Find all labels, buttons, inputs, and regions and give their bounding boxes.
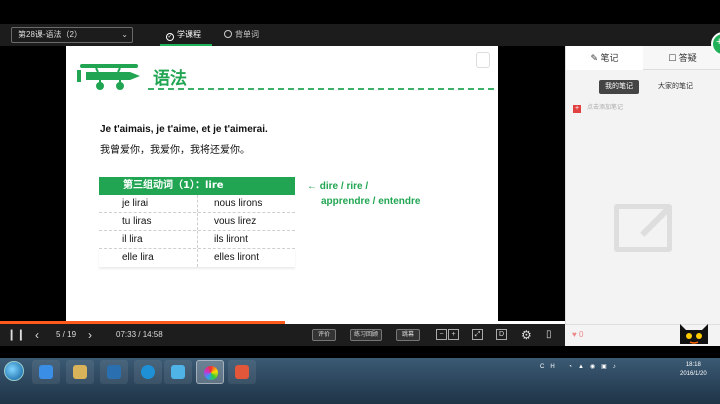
start-menu-icon[interactable] — [4, 361, 24, 381]
slide-title: 语法 — [153, 69, 187, 89]
similar-verbs-line2: apprendre / entendre — [321, 196, 421, 207]
clock-date: 2016/1/20 — [680, 371, 707, 377]
table-cell: tu liras — [122, 216, 152, 227]
settings-gear-icon[interactable]: ⚙ — [521, 324, 532, 346]
taskbar-clock[interactable]: 18:18 2016/1/20 — [680, 361, 707, 379]
top-bar: 第28课-语法（2） ⌄ ✓ 学课程 背单词 — [0, 24, 720, 46]
table-row: il lira ils liront — [99, 231, 295, 249]
tab-notes-label: 笔记 — [600, 53, 619, 63]
tab-notes[interactable]: ✎ 笔记 — [566, 46, 643, 70]
zoom-out-icon[interactable]: − — [436, 329, 447, 340]
table-cell: elles liront — [197, 249, 295, 267]
page-indicator: 5 / 19 — [56, 330, 77, 339]
taskbar-app[interactable] — [164, 360, 192, 384]
prev-page-icon[interactable]: ‹ — [35, 324, 39, 346]
tab-memorize-words-label: 背单词 — [235, 30, 259, 39]
taskbar-app-active[interactable] — [196, 360, 224, 384]
sidebar-tabs: ✎ 笔记 ☐ 答疑 — [566, 46, 720, 70]
subtab-my-notes[interactable]: 我的笔记 — [599, 80, 639, 94]
download-icon[interactable]: D — [496, 329, 507, 340]
circle-icon — [224, 30, 232, 38]
table-row: elle lira elles liront — [99, 249, 295, 267]
similar-verbs-line1: ← dire / rire / — [307, 181, 369, 192]
clock-time: 18:18 — [685, 362, 701, 368]
conjugation-table: 第三组动词（1）：lire je lirai nous lirons tu li… — [99, 177, 295, 267]
next-page-icon[interactable]: › — [88, 324, 92, 346]
presentation-icon — [235, 365, 249, 379]
chevron-down-icon: ⌄ — [121, 30, 128, 39]
input-language[interactable]: CH — [540, 364, 561, 370]
table-cell: vous lirez — [197, 213, 295, 230]
cloud-icon — [171, 365, 185, 379]
taskbar-app[interactable] — [100, 360, 128, 384]
pause-icon[interactable]: ❙❙ — [7, 324, 25, 346]
taskbar-app[interactable] — [134, 360, 162, 384]
tray-icons: ◔▲◉▣♪ — [568, 364, 622, 370]
subtab-everyone-notes[interactable]: 大家的笔记 — [652, 80, 699, 94]
player-controls: ❙❙ ‹ 5 / 19 › 07:33 / 14:58 评价 练习回顾 跳幕 −… — [0, 324, 565, 346]
time-indicator: 07:33 / 14:58 — [116, 330, 163, 339]
app-icon — [39, 365, 53, 379]
practice-review-button[interactable]: 练习回顾 — [350, 329, 382, 341]
watermark-logo-icon — [476, 52, 490, 68]
notes-sidebar: ✎ 笔记 ☐ 答疑 我的笔记 大家的笔记 + 点击添加笔记 — [565, 46, 720, 346]
table-row: tu liras vous lirez — [99, 213, 295, 231]
check-circle-icon: ✓ — [166, 33, 174, 41]
slide-canvas: 语法 Je t'aimais, je t'aime, et je t'aimer… — [66, 46, 498, 321]
taskbar-app[interactable] — [66, 360, 94, 384]
tab-qa-label: 答疑 — [678, 53, 697, 63]
app-icon — [107, 365, 121, 379]
similar-verbs-note: ← dire / rire / apprendre / entendre — [307, 179, 420, 209]
lesson-select[interactable]: 第28课-语法（2） ⌄ — [11, 27, 133, 43]
table-cell: ils liront — [197, 231, 295, 248]
airplane-icon — [77, 64, 140, 90]
qa-icon: ☐ — [668, 53, 677, 63]
heart-icon[interactable]: ♥ 0 — [572, 330, 583, 339]
mobile-icon[interactable]: ▯ — [546, 324, 552, 346]
folder-icon — [73, 365, 87, 379]
plus-icon: + — [573, 105, 581, 113]
add-note-button[interactable]: + 点击添加笔记 — [573, 102, 623, 113]
screen-gap — [0, 346, 720, 358]
note-icon: ✎ — [590, 53, 598, 63]
edit-note-icon — [614, 204, 672, 252]
table-row: je lirai nous lirons — [99, 195, 295, 213]
rate-button[interactable]: 评价 — [312, 329, 336, 341]
zoom-in-icon[interactable]: + — [448, 329, 459, 340]
fullscreen-icon[interactable]: ⤢ — [472, 329, 483, 340]
plus-icon: + — [716, 36, 720, 48]
system-tray: CH ◔▲◉▣♪ — [540, 363, 622, 370]
tab-study-course-label: 学课程 — [177, 30, 201, 39]
taskbar-app[interactable] — [32, 360, 60, 384]
taskbar-app[interactable] — [228, 360, 256, 384]
tab-study-course[interactable]: ✓ 学课程 — [166, 27, 201, 43]
table-cell: nous lirons — [197, 195, 295, 212]
add-note-label: 点击添加笔记 — [587, 105, 624, 111]
lesson-select-label: 第28课-语法（2） — [18, 30, 83, 39]
french-example-sentence: Je t'aimais, je t'aime, et je t'aimerai. — [100, 124, 268, 135]
skip-slide-button[interactable]: 跳幕 — [396, 329, 420, 341]
app-icon — [204, 366, 218, 380]
browser-icon — [141, 365, 155, 379]
table-cell: je lirai — [122, 198, 149, 209]
chinese-translation: 我曾爱你，我爱你，我将还爱你。 — [100, 145, 250, 156]
conjugation-table-header: 第三组动词（1）：lire — [99, 177, 295, 195]
table-cell: elle lira — [122, 252, 154, 263]
tab-memorize-words[interactable]: 背单词 — [224, 27, 259, 43]
like-count: 0 — [578, 330, 584, 339]
mascot-cat-icon — [680, 324, 708, 344]
title-divider — [148, 88, 494, 90]
table-cell: il lira — [122, 234, 143, 245]
windows-taskbar: CH ◔▲◉▣♪ 18:18 2016/1/20 — [0, 358, 720, 404]
tab-qa[interactable]: ☐ 答疑 — [644, 46, 720, 70]
